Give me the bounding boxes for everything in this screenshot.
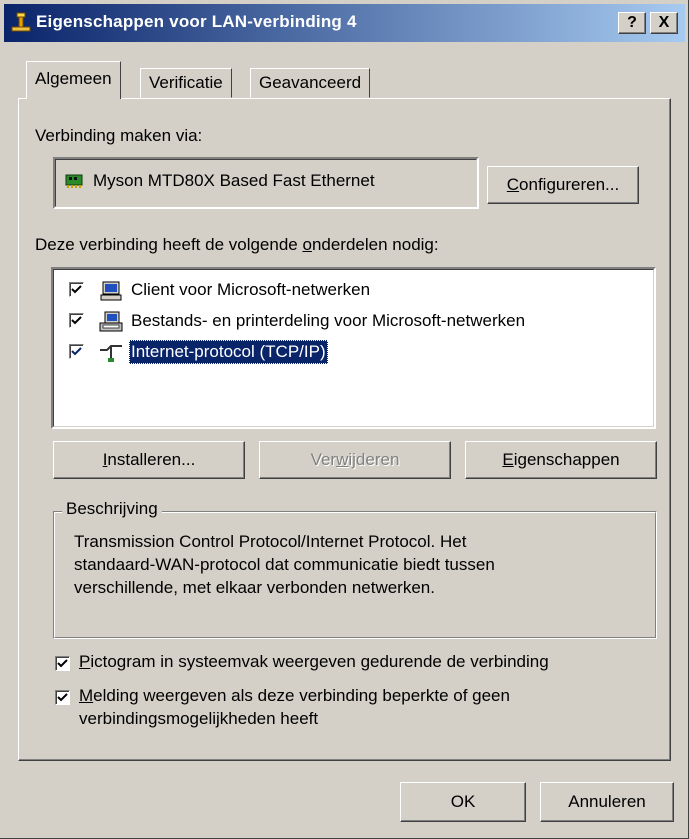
adapter-field: Myson MTD80X Based Fast Ethernet bbox=[53, 157, 479, 209]
install-label: nstalleren... bbox=[107, 450, 196, 469]
file-printer-sharing-icon bbox=[99, 311, 123, 332]
properties-dialog: Eigenschappen voor LAN-verbinding 4 ? X … bbox=[0, 0, 689, 839]
install-button[interactable]: Installeren... bbox=[53, 441, 245, 479]
help-button[interactable]: ? bbox=[618, 12, 646, 34]
list-item-tcpip[interactable]: Internet-protocol (TCP/IP) bbox=[65, 339, 645, 367]
notify-option-label-line-2: verbindingsmogelijkheden heeft bbox=[79, 709, 319, 728]
window-title: Eigenschappen voor LAN-verbinding 4 bbox=[36, 12, 357, 31]
tcpip-label: Internet-protocol (TCP/IP) bbox=[129, 340, 328, 364]
notify-option-text: elding weergeven als deze verbinding bep… bbox=[93, 686, 510, 705]
check-mark-icon bbox=[71, 347, 82, 356]
components-label: Deze verbinding heeft de volgende onderd… bbox=[35, 235, 439, 255]
checkbox-tray-icon[interactable] bbox=[55, 656, 70, 671]
file-sharing-label: Bestands- en printerdeling voor Microsof… bbox=[131, 311, 526, 330]
description-group: Beschrijving Transmission Control Protoc… bbox=[53, 499, 657, 639]
properties-accesskey: E bbox=[502, 450, 514, 469]
cancel-button[interactable]: Annuleren bbox=[540, 782, 674, 822]
check-mark-icon bbox=[71, 285, 82, 294]
description-line-2: standaard-WAN-protocol dat communicatie … bbox=[74, 555, 495, 574]
configure-label: onfigureren... bbox=[519, 175, 620, 194]
components-accesskey: o bbox=[302, 235, 312, 254]
title-bar[interactable]: Eigenschappen voor LAN-verbinding 4 ? X bbox=[4, 4, 685, 42]
close-button[interactable]: X bbox=[650, 12, 678, 34]
list-item-client[interactable]: Client voor Microsoft-netwerken bbox=[65, 277, 645, 305]
check-mark-icon bbox=[57, 693, 68, 702]
tab-panel-algemeen: Verbinding maken via: Myson MTD80X Based… bbox=[18, 98, 671, 761]
client-label: Client voor Microsoft-netwerken bbox=[131, 280, 371, 299]
notify-accesskey: M bbox=[79, 686, 94, 705]
remove-label-start: Ver bbox=[310, 450, 337, 469]
configure-button[interactable]: Configureren... bbox=[487, 166, 639, 204]
properties-label: igenschappen bbox=[513, 450, 620, 469]
components-label-end: nderdelen nodig: bbox=[311, 235, 439, 254]
properties-button[interactable]: Eigenschappen bbox=[465, 441, 657, 479]
tray-icon-option-label[interactable]: Pictogram in systeemvak weergeven gedure… bbox=[79, 652, 549, 672]
ok-button[interactable]: OK bbox=[400, 782, 526, 822]
notify-option-label[interactable]: Melding weergeven als deze verbinding be… bbox=[79, 686, 510, 706]
description-legend: Beschrijving bbox=[62, 499, 162, 519]
components-list[interactable]: Client voor Microsoft-netwerken Bestands… bbox=[51, 267, 656, 429]
network-adapter-icon bbox=[65, 174, 83, 188]
protocol-icon bbox=[100, 345, 122, 362]
configure-accesskey: C bbox=[506, 175, 520, 194]
tab-verificatie[interactable]: Verificatie bbox=[140, 68, 232, 98]
tab-geavanceerd[interactable]: Geavanceerd bbox=[250, 68, 371, 98]
components-label-start: Deze verbinding heeft de volgende bbox=[35, 235, 303, 254]
list-item-file-sharing[interactable]: Bestands- en printerdeling voor Microsof… bbox=[65, 308, 645, 336]
network-connection-icon bbox=[11, 12, 31, 32]
description-line-1: Transmission Control Protocol/Internet P… bbox=[74, 532, 467, 551]
checkbox-file-sharing[interactable] bbox=[69, 313, 84, 328]
description-line-3: verschillende, met elkaar verbonden netw… bbox=[74, 578, 435, 597]
check-mark-icon bbox=[57, 659, 68, 668]
tray-icon-accesskey: P bbox=[79, 652, 91, 671]
checkbox-client[interactable] bbox=[69, 282, 84, 297]
connect-via-label: Verbinding maken via: bbox=[35, 126, 203, 145]
checkbox-tcpip[interactable] bbox=[69, 344, 84, 359]
adapter-name: Myson MTD80X Based Fast Ethernet bbox=[93, 171, 375, 190]
check-mark-icon bbox=[71, 316, 82, 325]
network-client-icon bbox=[100, 281, 122, 301]
tab-algemeen[interactable]: Algemeen bbox=[26, 61, 121, 99]
remove-button[interactable]: Verwijderen bbox=[259, 441, 451, 479]
remove-label-end: ijderen bbox=[348, 450, 400, 469]
checkbox-notify[interactable] bbox=[55, 690, 70, 705]
tray-icon-option-text: ictogram in systeemvak weergeven geduren… bbox=[90, 652, 549, 671]
remove-accesskey: w bbox=[336, 450, 349, 469]
